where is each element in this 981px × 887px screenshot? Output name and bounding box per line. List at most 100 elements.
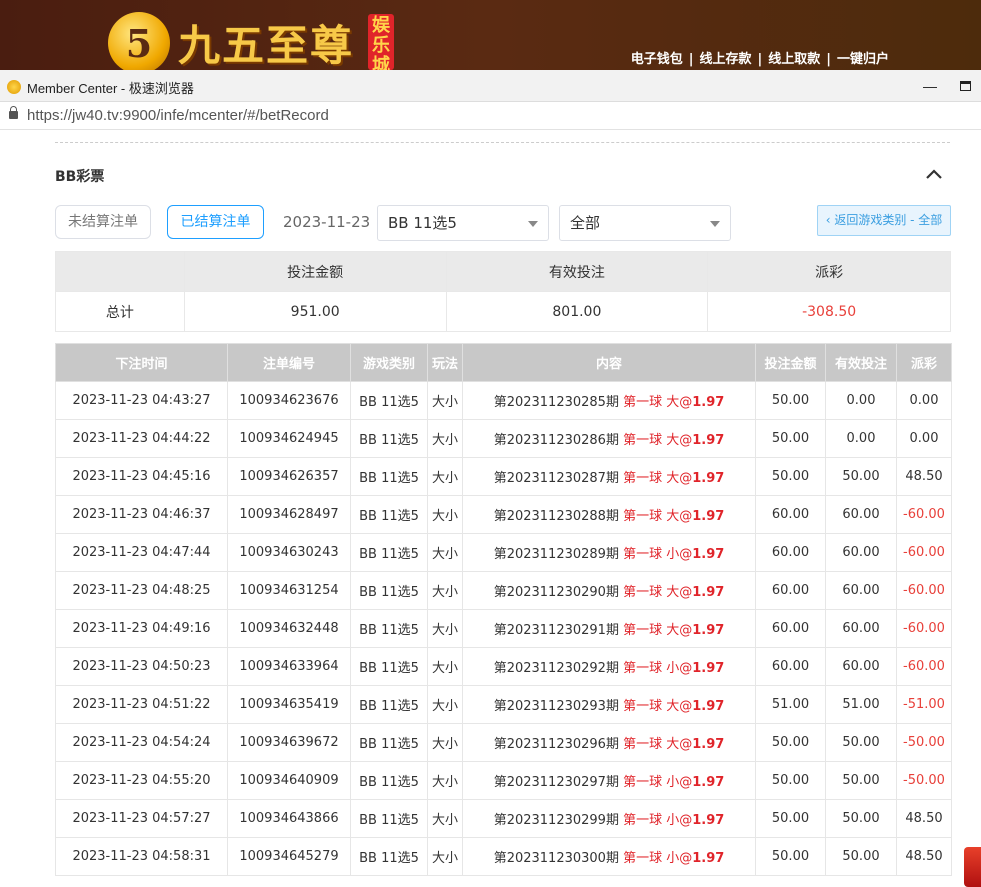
caret-down-icon <box>710 221 720 227</box>
bet-time: 2023-11-23 04:55:20 <box>55 761 228 800</box>
bet-amount: 60.00 <box>755 647 826 686</box>
bet-play: 大小 <box>427 533 463 572</box>
bet-time: 2023-11-23 04:58:31 <box>55 837 228 876</box>
bet-time: 2023-11-23 04:54:24 <box>55 723 228 762</box>
bet-valid: 0.00 <box>825 381 897 420</box>
chevron-up-icon[interactable] <box>925 168 943 180</box>
column-header: 下注时间 <box>55 343 228 382</box>
bet-period: 第202311230292期 <box>493 661 619 676</box>
bet-pick: 第一球 大 <box>623 699 680 714</box>
maximize-icon[interactable] <box>956 77 974 95</box>
bet-play: 大小 <box>427 457 463 496</box>
browser-app-icon <box>7 80 21 94</box>
gift-icon[interactable] <box>964 847 981 887</box>
bet-odds: 1.97 <box>692 623 725 638</box>
column-header: 游戏类别 <box>350 343 428 382</box>
bet-pick: 第一球 大 <box>623 395 680 410</box>
bet-valid: 60.00 <box>825 533 897 572</box>
back-to-categories-button[interactable]: ‹ 返回游戏类别 - 全部 <box>817 205 951 236</box>
bet-odds: 1.97 <box>692 737 725 752</box>
logo-icon: 5 <box>108 12 170 70</box>
bet-odds: 1.97 <box>692 547 725 562</box>
table-row: 2023-11-23 04:57:27 100934643866 BB 11选5 大小… <box>55 799 952 838</box>
bet-content: 第202311230286期 第一球 大@1.97 <box>462 419 756 458</box>
bet-odds: 1.97 <box>692 813 725 828</box>
nav-deposit[interactable]: 线上存款 <box>699 52 751 67</box>
bet-pick: 第一球 大 <box>623 623 680 638</box>
bet-id: 100934645279 <box>227 837 351 876</box>
table-row: 2023-11-23 04:55:20 100934640909 BB 11选5 大小… <box>55 761 952 800</box>
bet-play: 大小 <box>427 723 463 762</box>
bet-time: 2023-11-23 04:43:27 <box>55 381 228 420</box>
bet-period: 第202311230293期 <box>493 699 619 714</box>
bet-payout: 0.00 <box>896 419 952 458</box>
logo-text: 九五至尊 <box>178 21 355 70</box>
bet-valid: 50.00 <box>825 723 897 762</box>
bet-pick: 第一球 大 <box>623 433 680 448</box>
bet-payout: -60.00 <box>896 647 952 686</box>
top-nav: 电子钱包 | 线上存款 | 线上取款 | 一键归户 <box>630 52 889 67</box>
bet-play: 大小 <box>427 647 463 686</box>
bet-period: 第202311230291期 <box>493 623 619 638</box>
table-row: 2023-11-23 04:47:44 100934630243 BB 11选5 大小… <box>55 533 952 572</box>
bet-id: 100934631254 <box>227 571 351 610</box>
url-text: https://jw40.tv:9900/infe/mcenter/#/betR… <box>27 107 329 124</box>
nav-wallet[interactable]: 电子钱包 <box>631 52 683 67</box>
table-row: 2023-11-23 04:44:22 100934624945 BB 11选5 大小… <box>55 419 952 458</box>
bet-pick: 第一球 大 <box>623 509 680 524</box>
table-row: 2023-11-23 04:45:16 100934626357 BB 11选5 大小… <box>55 457 952 496</box>
bet-amount: 50.00 <box>755 761 826 800</box>
bet-payout: 48.50 <box>896 837 952 876</box>
bet-pick: 第一球 小 <box>623 813 680 828</box>
bet-time: 2023-11-23 04:49:16 <box>55 609 228 648</box>
bet-payout: -60.00 <box>896 571 952 610</box>
bet-play: 大小 <box>427 495 463 534</box>
bet-payout: -60.00 <box>896 533 952 572</box>
unsettled-bets-button[interactable]: 未结算注单 <box>55 205 151 239</box>
bet-payout: -51.00 <box>896 685 952 724</box>
bet-amount: 50.00 <box>755 457 826 496</box>
divider <box>55 142 950 143</box>
address-bar[interactable]: https://jw40.tv:9900/infe/mcenter/#/betR… <box>0 102 981 130</box>
table-row: 2023-11-23 04:43:27 100934623676 BB 11选5 大小… <box>55 381 952 420</box>
type-select[interactable]: 全部 <box>559 205 731 241</box>
date-picker[interactable]: 2023-11-23 <box>283 213 370 231</box>
site-header: 5 九五至尊 娱乐城 电子钱包 | 线上存款 | 线上取款 | 一键归户 <box>0 0 981 70</box>
bet-id: 100934628497 <box>227 495 351 534</box>
bet-play: 大小 <box>427 685 463 724</box>
bet-valid: 60.00 <box>825 495 897 534</box>
column-header: 玩法 <box>427 343 463 382</box>
bet-time: 2023-11-23 04:57:27 <box>55 799 228 838</box>
bet-period: 第202311230286期 <box>493 433 619 448</box>
bet-game: BB 11选5 <box>350 761 428 800</box>
minimize-icon[interactable]: — <box>921 77 939 95</box>
bet-period: 第202311230300期 <box>493 851 619 866</box>
bet-game: BB 11选5 <box>350 533 428 572</box>
bet-time: 2023-11-23 04:45:16 <box>55 457 228 496</box>
game-select[interactable]: BB 11选5 <box>377 205 549 241</box>
bet-payout: 48.50 <box>896 799 952 838</box>
bet-time: 2023-11-23 04:44:22 <box>55 419 228 458</box>
bet-game: BB 11选5 <box>350 647 428 686</box>
bet-payout: -50.00 <box>896 723 952 762</box>
bet-id: 100934623676 <box>227 381 351 420</box>
bet-odds: 1.97 <box>692 395 725 410</box>
table-row: 2023-11-23 04:46:37 100934628497 BB 11选5 大小… <box>55 495 952 534</box>
bet-content: 第202311230297期 第一球 小@1.97 <box>462 761 756 800</box>
summary-label: 总计 <box>55 291 185 332</box>
bet-valid: 50.00 <box>825 837 897 876</box>
nav-consolidate[interactable]: 一键归户 <box>837 52 889 67</box>
bet-game: BB 11选5 <box>350 799 428 838</box>
window-title: Member Center - 极速浏览器 <box>27 81 194 96</box>
bet-amount: 50.00 <box>755 723 826 762</box>
bet-game: BB 11选5 <box>350 419 428 458</box>
logo-badge: 娱乐城 <box>368 14 394 70</box>
table-row: 2023-11-23 04:50:23 100934633964 BB 11选5 大小… <box>55 647 952 686</box>
settled-bets-button[interactable]: 已结算注单 <box>167 205 264 239</box>
bet-id: 100934624945 <box>227 419 351 458</box>
bet-play: 大小 <box>427 761 463 800</box>
nav-withdraw[interactable]: 线上取款 <box>768 52 820 67</box>
bet-pick: 第一球 小 <box>623 775 680 790</box>
bet-amount: 60.00 <box>755 609 826 648</box>
bet-odds: 1.97 <box>692 699 725 714</box>
